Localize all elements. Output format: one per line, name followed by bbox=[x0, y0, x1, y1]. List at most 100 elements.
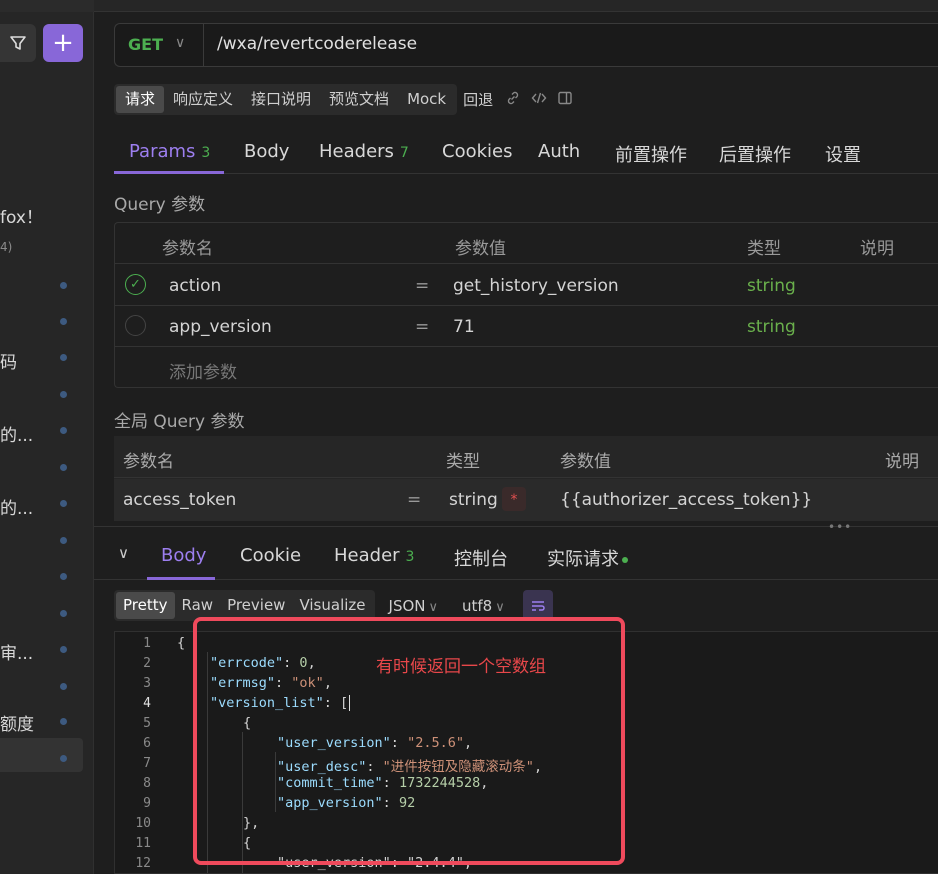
panel-icon[interactable] bbox=[557, 90, 573, 110]
plus-icon: + bbox=[52, 28, 74, 58]
pane-splitter[interactable] bbox=[94, 526, 938, 527]
global-param-type: string bbox=[449, 490, 498, 510]
request-subtabs: 请求 响应定义 接口说明 预览文档 Mock 回退 bbox=[114, 84, 573, 115]
tab-console[interactable]: 控制台 bbox=[454, 545, 508, 571]
response-tabs: ∨ Body Cookie Header 3 控制台 实际请求 bbox=[94, 532, 938, 580]
sidebar-dot bbox=[60, 391, 67, 398]
equals-sign: = bbox=[407, 490, 422, 510]
param-name-field[interactable]: app_version bbox=[169, 317, 272, 337]
tab-api-description[interactable]: 接口说明 bbox=[242, 86, 320, 113]
sidebar-dot bbox=[60, 427, 67, 434]
sidebar-dot bbox=[60, 610, 67, 617]
chevron-down-icon[interactable]: ∨ bbox=[175, 35, 185, 51]
view-visualize-button[interactable]: Visualize bbox=[292, 592, 372, 619]
checkbox-enabled[interactable]: ✓ bbox=[125, 274, 146, 295]
view-preview-button[interactable]: Preview bbox=[220, 592, 292, 619]
sidebar-dot bbox=[60, 718, 67, 725]
line-number: 8 bbox=[143, 776, 151, 791]
sidebar-top-strip bbox=[0, 0, 94, 12]
query-params-title: Query 参数 bbox=[114, 195, 206, 215]
global-query-table: 参数名 类型 参数值 说明 access_token = string * {{… bbox=[114, 436, 938, 521]
encoding-select[interactable]: utf8 ∨ bbox=[462, 597, 505, 615]
sidebar-item-label[interactable]: 的... bbox=[0, 494, 33, 519]
required-badge: * bbox=[502, 487, 526, 511]
line-number: 3 bbox=[143, 676, 151, 691]
tab-revert[interactable]: 回退 bbox=[463, 89, 493, 110]
link-icon[interactable] bbox=[505, 90, 521, 110]
active-tab-indicator bbox=[114, 171, 224, 174]
tab-response-body[interactable]: Body bbox=[161, 545, 206, 566]
table-row: app_version = 71 string bbox=[115, 306, 938, 347]
tab-pre-operations[interactable]: 前置操作 bbox=[615, 141, 687, 167]
table-row: ✓ action = get_history_version string bbox=[115, 265, 938, 306]
method-select[interactable]: GET bbox=[128, 35, 163, 54]
collapse-chevron-icon[interactable]: ∨ bbox=[118, 544, 129, 562]
table-header-row: 参数名 参数值 类型 说明 bbox=[115, 223, 938, 264]
sidebar: + fox！ 4) 码 的... 的... 审... 额度 bbox=[0, 0, 94, 874]
sidebar-item-label[interactable]: 码 bbox=[0, 348, 17, 373]
sidebar-dot bbox=[60, 683, 67, 690]
param-type-select[interactable]: string bbox=[747, 317, 796, 337]
tab-body[interactable]: Body bbox=[244, 141, 289, 162]
col-header-name: 参数名 bbox=[162, 239, 213, 259]
top-strip bbox=[94, 0, 938, 12]
tab-settings[interactable]: 设置 bbox=[825, 141, 861, 167]
add-button[interactable]: + bbox=[43, 24, 83, 62]
line-number: 10 bbox=[135, 816, 151, 831]
tab-preview-doc[interactable]: 预览文档 bbox=[320, 86, 398, 113]
view-raw-button[interactable]: Raw bbox=[175, 592, 221, 619]
tab-response-definition[interactable]: 响应定义 bbox=[164, 86, 242, 113]
col-header-value: 参数值 bbox=[455, 239, 506, 259]
line-number: 6 bbox=[143, 736, 151, 751]
sidebar-dot bbox=[60, 646, 67, 653]
filter-icon bbox=[10, 36, 26, 50]
code-line: { bbox=[177, 635, 186, 651]
required-star: * bbox=[502, 487, 526, 511]
tab-request[interactable]: 请求 bbox=[116, 86, 165, 113]
line-number: 2 bbox=[143, 656, 151, 671]
sidebar-item-label[interactable]: 额度 bbox=[0, 710, 34, 735]
code-icon[interactable] bbox=[531, 90, 547, 110]
tab-cookies[interactable]: Cookies bbox=[442, 141, 512, 162]
tab-response-header[interactable]: Header 3 bbox=[334, 545, 414, 566]
col-header-type: 类型 bbox=[747, 239, 781, 259]
active-tab-indicator bbox=[147, 577, 215, 580]
param-name-field[interactable]: action bbox=[169, 276, 221, 296]
tab-actual-request[interactable]: 实际请求 bbox=[547, 545, 628, 571]
col-header-value: 参数值 bbox=[560, 452, 611, 472]
format-select[interactable]: JSON ∨ bbox=[389, 597, 439, 615]
subtab-group: 请求 响应定义 接口说明 预览文档 Mock bbox=[114, 84, 458, 115]
global-query-title: 全局 Query 参数 bbox=[114, 412, 245, 432]
add-param-row: 添加参数 bbox=[115, 347, 938, 388]
line-number: 11 bbox=[135, 836, 151, 851]
sidebar-dot bbox=[60, 318, 67, 325]
view-pretty-button[interactable]: Pretty bbox=[116, 592, 175, 619]
sidebar-item-label[interactable]: 审... bbox=[0, 639, 33, 664]
tab-headers-label: Headers bbox=[319, 141, 394, 162]
sidebar-item-label[interactable]: 的... bbox=[0, 421, 33, 446]
sidebar-item-sub: 4) bbox=[0, 240, 13, 254]
url-input[interactable]: /wxa/revertcoderelease bbox=[217, 34, 417, 54]
sidebar-item-label[interactable]: fox！ bbox=[0, 203, 43, 228]
param-value-field[interactable]: 71 bbox=[453, 317, 475, 337]
global-param-value: {{authorizer_access_token}} bbox=[560, 490, 813, 510]
tab-headers[interactable]: Headers 7 bbox=[319, 141, 409, 162]
tab-params[interactable]: Params 3 bbox=[129, 141, 210, 162]
add-param-input[interactable]: 添加参数 bbox=[169, 358, 237, 383]
table-header-row: 参数名 类型 参数值 说明 bbox=[114, 436, 938, 478]
tab-response-cookie[interactable]: Cookie bbox=[240, 545, 301, 566]
sidebar-item-selected[interactable] bbox=[0, 738, 83, 772]
tab-mock[interactable]: Mock bbox=[398, 86, 455, 113]
tab-auth[interactable]: Auth bbox=[538, 141, 580, 162]
headers-count-badge: 7 bbox=[399, 145, 409, 161]
checkbox-disabled[interactable] bbox=[125, 315, 146, 336]
line-number: 9 bbox=[143, 796, 151, 811]
sidebar-dot bbox=[60, 282, 67, 289]
header-count-badge: 3 bbox=[405, 549, 415, 565]
filter-button[interactable] bbox=[0, 24, 36, 62]
param-type-select[interactable]: string bbox=[747, 276, 796, 296]
tab-post-operations[interactable]: 后置操作 bbox=[719, 141, 791, 167]
line-number: 1 bbox=[143, 636, 151, 651]
param-value-field[interactable]: get_history_version bbox=[453, 276, 619, 296]
url-bar: GET ∨ /wxa/revertcoderelease bbox=[114, 23, 938, 67]
